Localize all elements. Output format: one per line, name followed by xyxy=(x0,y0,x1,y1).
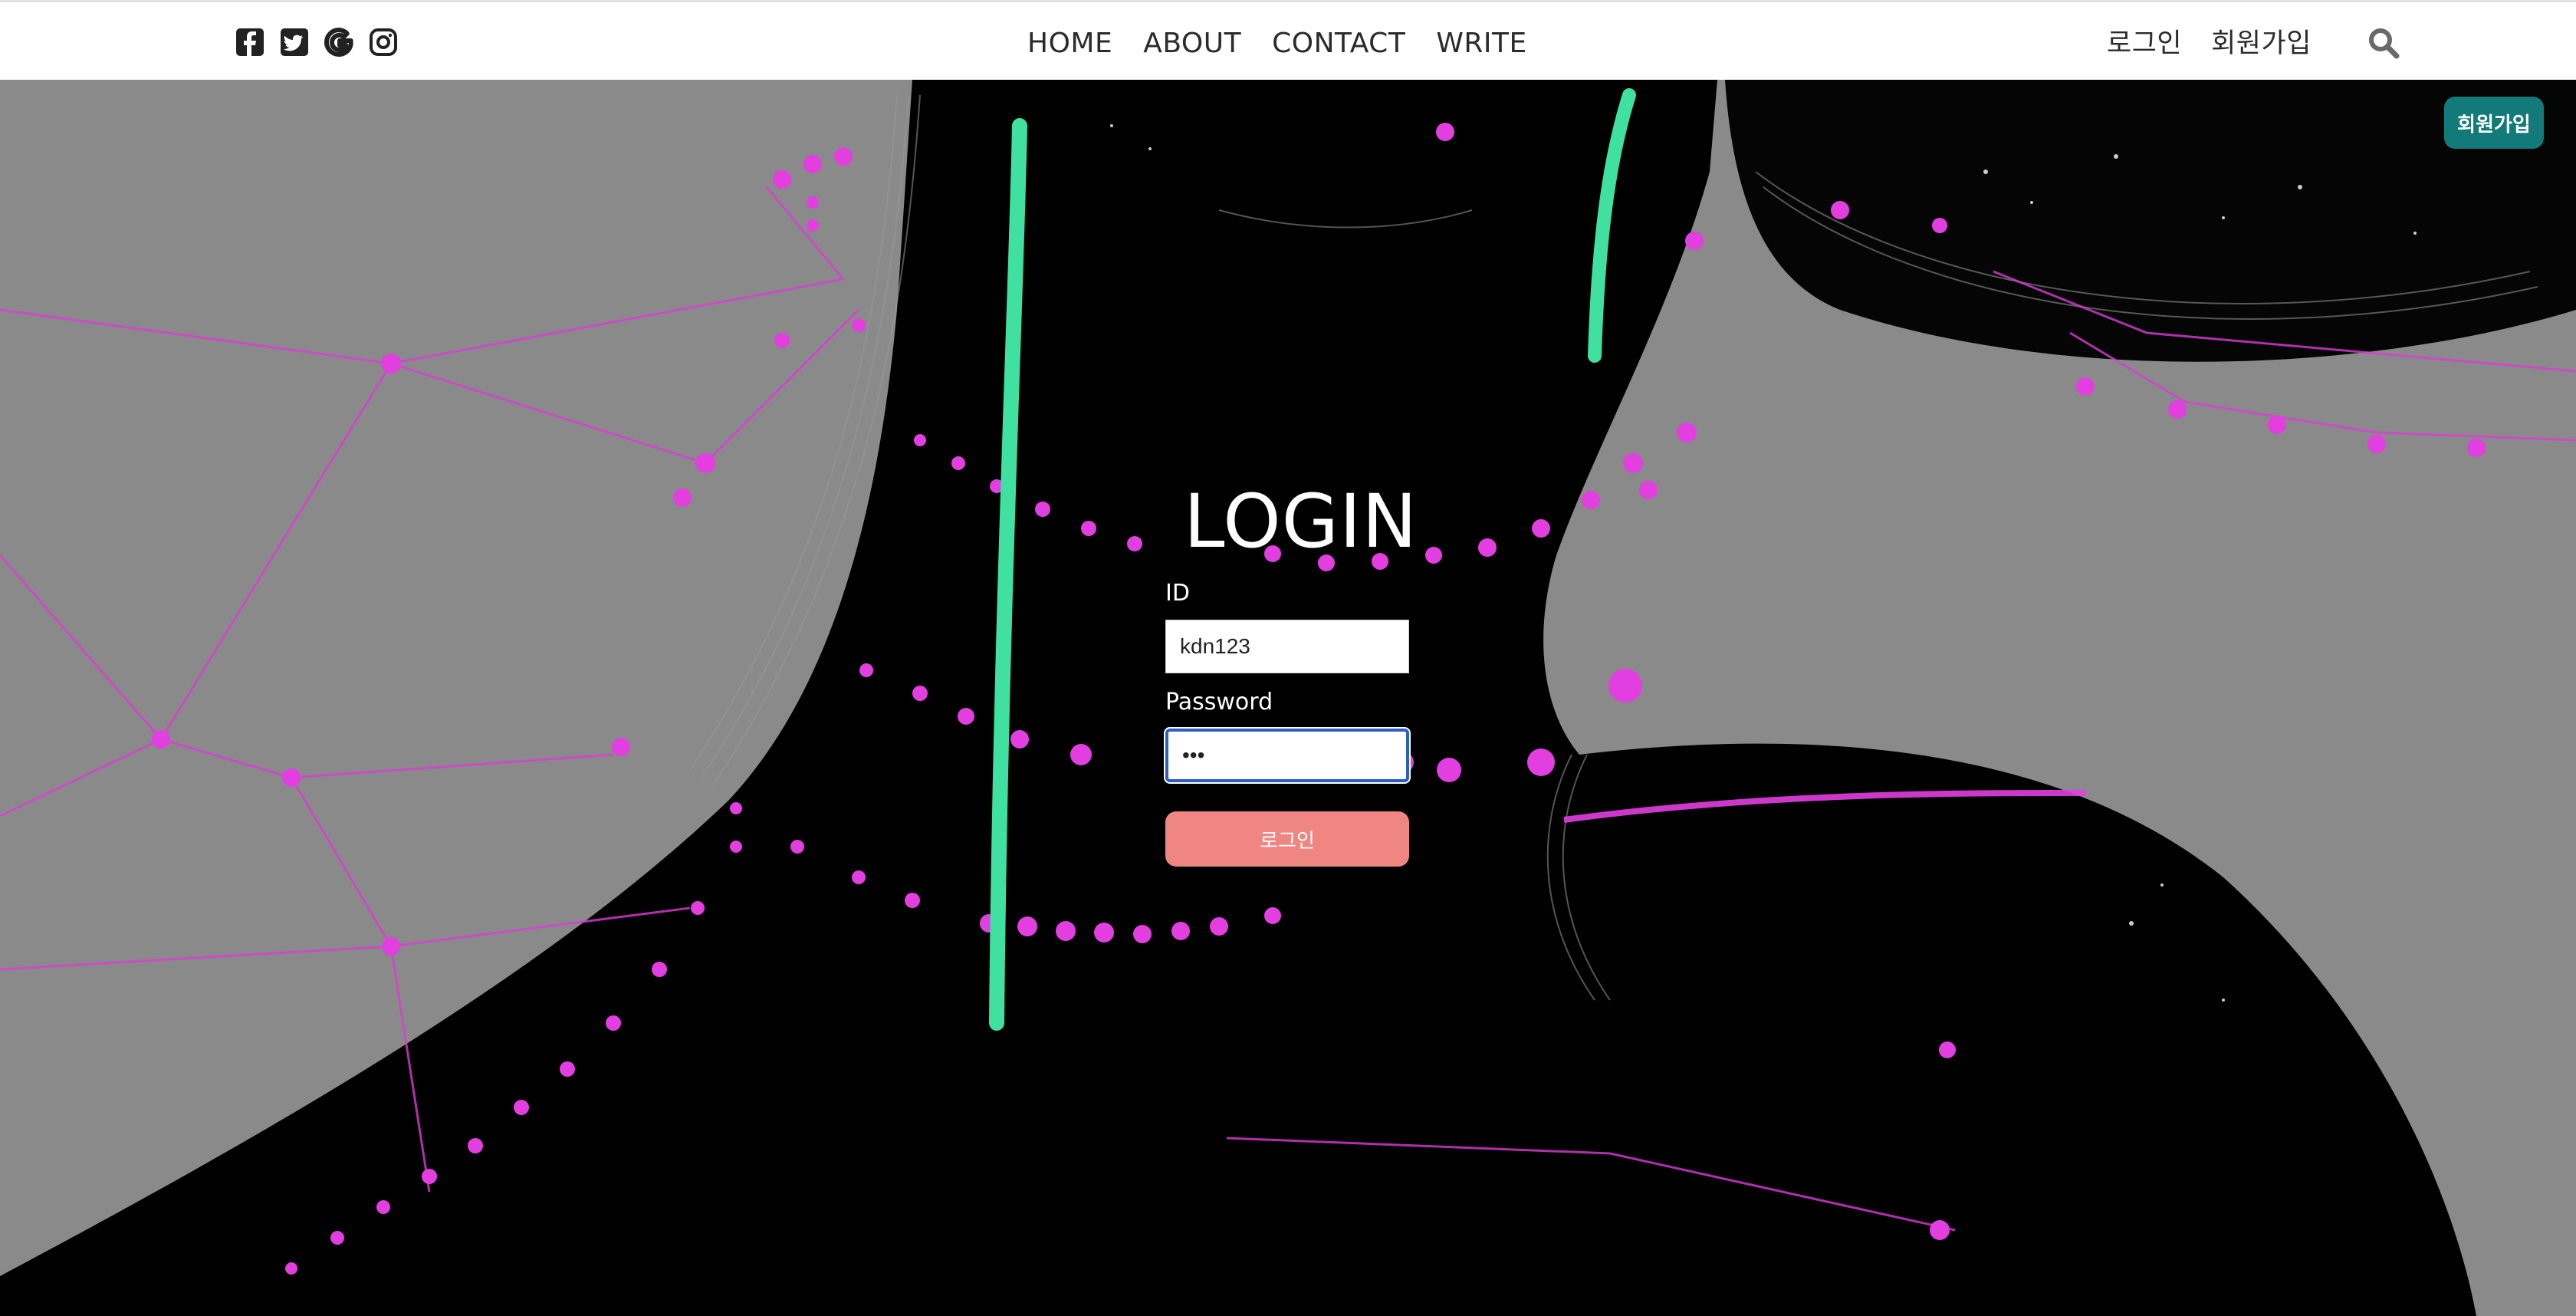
nav-write-link[interactable]: WRITE xyxy=(1436,24,1526,64)
facebook-square-icon[interactable] xyxy=(235,27,265,58)
twitter-square-icon[interactable] xyxy=(279,27,310,58)
id-label: ID xyxy=(1165,580,1190,607)
login-title: LOGIN xyxy=(1184,479,1418,564)
nav-home-link[interactable]: HOME xyxy=(1027,24,1112,64)
nav-signup-link[interactable]: 회원가입 xyxy=(2211,24,2312,64)
nav-about-link[interactable]: ABOUT xyxy=(1143,24,1241,64)
id-input[interactable] xyxy=(1165,620,1409,673)
login-submit-button[interactable]: 로그인 xyxy=(1165,811,1409,867)
floating-signup-button[interactable]: 회원가입 xyxy=(2444,97,2544,149)
password-label: Password xyxy=(1165,689,1273,716)
auth-links: 로그인 회원가입 xyxy=(2107,24,2312,64)
search-icon[interactable] xyxy=(2367,27,2400,59)
google-icon[interactable] xyxy=(324,27,354,58)
main-nav: HOME ABOUT CONTACT WRITE xyxy=(1027,24,1527,64)
password-input[interactable] xyxy=(1164,727,1411,784)
top-navbar: HOME ABOUT CONTACT WRITE 로그인 회원가입 xyxy=(0,0,2576,80)
nav-contact-link[interactable]: CONTACT xyxy=(1272,24,1405,64)
instagram-icon[interactable] xyxy=(368,27,399,58)
nav-login-link[interactable]: 로그인 xyxy=(2107,24,2182,64)
social-links xyxy=(235,27,399,58)
login-form: LOGIN ID Password 로그인 xyxy=(1164,475,1418,867)
